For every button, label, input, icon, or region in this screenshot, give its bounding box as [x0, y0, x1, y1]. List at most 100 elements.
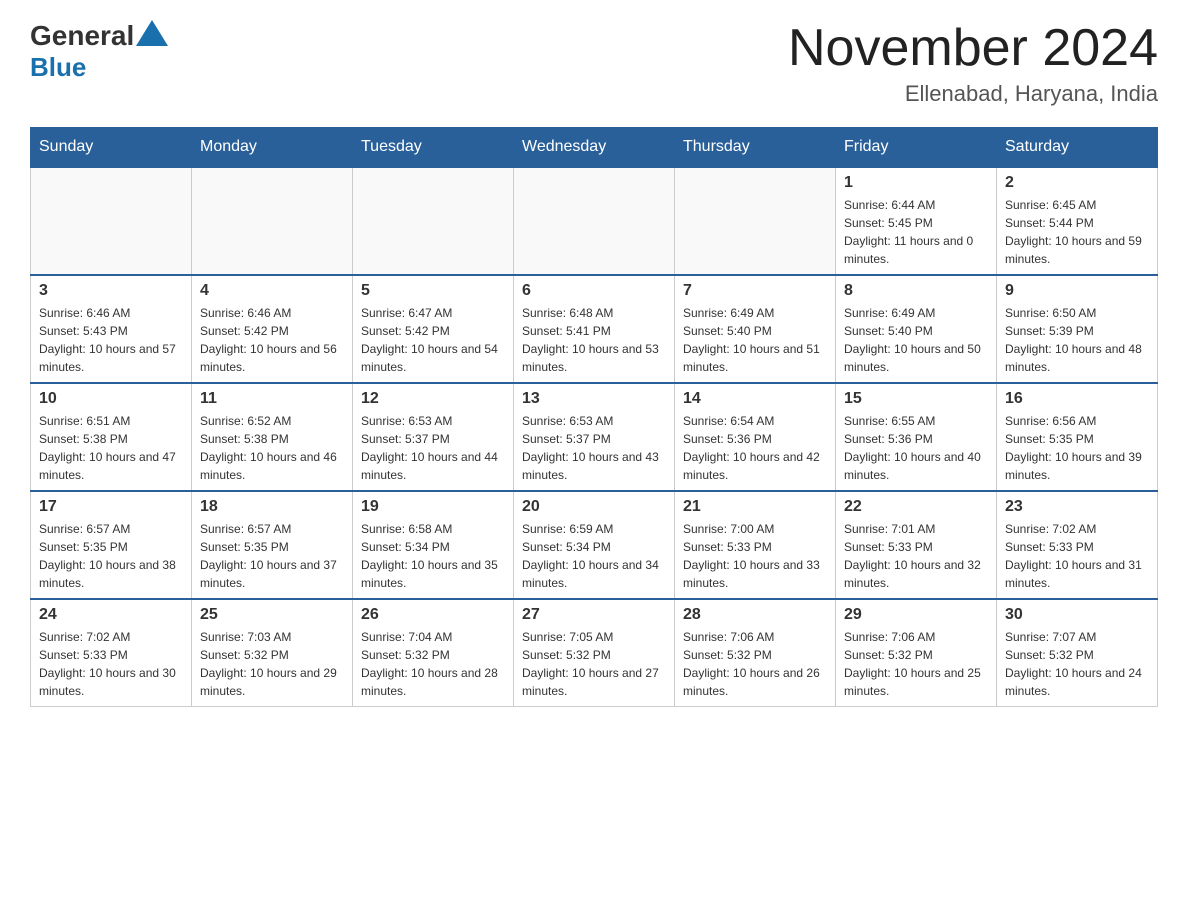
day-info: Sunrise: 6:48 AMSunset: 5:41 PMDaylight:… [522, 304, 666, 376]
weekday-header-row: SundayMondayTuesdayWednesdayThursdayFrid… [31, 128, 1158, 168]
calendar-cell: 12 Sunrise: 6:53 AMSunset: 5:37 PMDayligh… [353, 383, 514, 491]
calendar-cell: 18 Sunrise: 6:57 AMSunset: 5:35 PMDayligh… [192, 491, 353, 599]
day-info: Sunrise: 6:45 AMSunset: 5:44 PMDaylight:… [1005, 196, 1149, 268]
calendar-cell: 17Sunrise: 6:57 AMSunset: 5:35 PMDayligh… [31, 491, 192, 599]
day-info: Sunrise: 6:44 AMSunset: 5:45 PMDaylight:… [844, 196, 988, 268]
day-info: Sunrise: 6:49 AMSunset: 5:40 PMDaylight:… [844, 304, 988, 376]
day-number: 3 [39, 282, 183, 300]
day-info: Sunrise: 7:02 AMSunset: 5:33 PMDaylight:… [1005, 520, 1149, 592]
day-info: Sunrise: 7:06 AMSunset: 5:32 PMDaylight:… [844, 628, 988, 700]
calendar-cell: 23 Sunrise: 7:02 AMSunset: 5:33 PMDayligh… [997, 491, 1158, 599]
day-number: 30 [1005, 606, 1149, 624]
day-info: Sunrise: 6:46 AMSunset: 5:43 PMDaylight:… [39, 304, 183, 376]
calendar-cell: 20 Sunrise: 6:59 AMSunset: 5:34 PMDayligh… [514, 491, 675, 599]
day-info: Sunrise: 6:53 AMSunset: 5:37 PMDaylight:… [522, 412, 666, 484]
calendar-cell: 15 Sunrise: 6:55 AMSunset: 5:36 PMDayligh… [836, 383, 997, 491]
calendar-cell: 13 Sunrise: 6:53 AMSunset: 5:37 PMDayligh… [514, 383, 675, 491]
day-number: 26 [361, 606, 505, 624]
calendar-cell: 22 Sunrise: 7:01 AMSunset: 5:33 PMDayligh… [836, 491, 997, 599]
logo: General Blue [30, 20, 170, 83]
calendar-week-row: 24 Sunrise: 7:02 AMSunset: 5:33 PMDayligh… [31, 599, 1158, 707]
calendar-cell: 10 Sunrise: 6:51 AMSunset: 5:38 PMDayligh… [31, 383, 192, 491]
day-info: Sunrise: 7:03 AMSunset: 5:32 PMDaylight:… [200, 628, 344, 700]
calendar-cell: 9Sunrise: 6:50 AMSunset: 5:39 PMDaylight… [997, 275, 1158, 383]
day-info: Sunrise: 7:04 AMSunset: 5:32 PMDaylight:… [361, 628, 505, 700]
calendar-cell: 19Sunrise: 6:58 AMSunset: 5:34 PMDayligh… [353, 491, 514, 599]
day-number: 12 [361, 390, 505, 408]
logo-blue-text: Blue [30, 52, 86, 83]
calendar-cell: 29Sunrise: 7:06 AMSunset: 5:32 PMDayligh… [836, 599, 997, 707]
day-number: 21 [683, 498, 827, 516]
calendar-cell: 5 Sunrise: 6:47 AMSunset: 5:42 PMDaylight… [353, 275, 514, 383]
day-number: 4 [200, 282, 344, 300]
day-number: 6 [522, 282, 666, 300]
day-info: Sunrise: 6:55 AMSunset: 5:36 PMDaylight:… [844, 412, 988, 484]
calendar-week-row: 10 Sunrise: 6:51 AMSunset: 5:38 PMDayligh… [31, 383, 1158, 491]
day-number: 18 [200, 498, 344, 516]
day-info: Sunrise: 7:01 AMSunset: 5:33 PMDaylight:… [844, 520, 988, 592]
calendar-cell: 8 Sunrise: 6:49 AMSunset: 5:40 PMDaylight… [836, 275, 997, 383]
month-title: November 2024 [788, 20, 1158, 77]
day-number: 19 [361, 498, 505, 516]
calendar-cell: 27 Sunrise: 7:05 AMSunset: 5:32 PMDayligh… [514, 599, 675, 707]
day-number: 5 [361, 282, 505, 300]
calendar-cell: 1 Sunrise: 6:44 AMSunset: 5:45 PMDaylight… [836, 167, 997, 275]
day-info: Sunrise: 6:46 AMSunset: 5:42 PMDaylight:… [200, 304, 344, 376]
calendar-cell: 28 Sunrise: 7:06 AMSunset: 5:32 PMDayligh… [675, 599, 836, 707]
calendar-cell [192, 167, 353, 275]
day-number: 24 [39, 606, 183, 624]
day-number: 22 [844, 498, 988, 516]
day-info: Sunrise: 6:57 AMSunset: 5:35 PMDaylight:… [39, 520, 183, 592]
day-number: 8 [844, 282, 988, 300]
calendar-cell: 25Sunrise: 7:03 AMSunset: 5:32 PMDayligh… [192, 599, 353, 707]
day-number: 28 [683, 606, 827, 624]
calendar-week-row: 1 Sunrise: 6:44 AMSunset: 5:45 PMDaylight… [31, 167, 1158, 275]
day-info: Sunrise: 6:56 AMSunset: 5:35 PMDaylight:… [1005, 412, 1149, 484]
day-info: Sunrise: 6:51 AMSunset: 5:38 PMDaylight:… [39, 412, 183, 484]
calendar-cell: 14Sunrise: 6:54 AMSunset: 5:36 PMDayligh… [675, 383, 836, 491]
weekday-header-tuesday: Tuesday [353, 128, 514, 168]
day-number: 1 [844, 174, 988, 192]
day-info: Sunrise: 6:47 AMSunset: 5:42 PMDaylight:… [361, 304, 505, 376]
day-info: Sunrise: 6:53 AMSunset: 5:37 PMDaylight:… [361, 412, 505, 484]
day-info: Sunrise: 6:52 AMSunset: 5:38 PMDaylight:… [200, 412, 344, 484]
calendar-cell: 7Sunrise: 6:49 AMSunset: 5:40 PMDaylight… [675, 275, 836, 383]
title-section: November 2024 Ellenabad, Haryana, India [788, 20, 1158, 107]
day-number: 11 [200, 390, 344, 408]
day-info: Sunrise: 6:59 AMSunset: 5:34 PMDaylight:… [522, 520, 666, 592]
calendar-week-row: 3 Sunrise: 6:46 AMSunset: 5:43 PMDaylight… [31, 275, 1158, 383]
location-text: Ellenabad, Haryana, India [788, 81, 1158, 107]
calendar-week-row: 17Sunrise: 6:57 AMSunset: 5:35 PMDayligh… [31, 491, 1158, 599]
day-number: 2 [1005, 174, 1149, 192]
calendar-cell: 26 Sunrise: 7:04 AMSunset: 5:32 PMDayligh… [353, 599, 514, 707]
calendar-cell: 24 Sunrise: 7:02 AMSunset: 5:33 PMDayligh… [31, 599, 192, 707]
weekday-header-thursday: Thursday [675, 128, 836, 168]
day-number: 27 [522, 606, 666, 624]
calendar-cell: 21Sunrise: 7:00 AMSunset: 5:33 PMDayligh… [675, 491, 836, 599]
day-info: Sunrise: 6:54 AMSunset: 5:36 PMDaylight:… [683, 412, 827, 484]
day-info: Sunrise: 6:57 AMSunset: 5:35 PMDaylight:… [200, 520, 344, 592]
day-number: 10 [39, 390, 183, 408]
day-number: 15 [844, 390, 988, 408]
day-number: 16 [1005, 390, 1149, 408]
day-info: Sunrise: 7:02 AMSunset: 5:33 PMDaylight:… [39, 628, 183, 700]
day-number: 13 [522, 390, 666, 408]
day-number: 20 [522, 498, 666, 516]
calendar-cell [675, 167, 836, 275]
day-info: Sunrise: 7:06 AMSunset: 5:32 PMDaylight:… [683, 628, 827, 700]
calendar-table: SundayMondayTuesdayWednesdayThursdayFrid… [30, 127, 1158, 707]
calendar-cell: 4 Sunrise: 6:46 AMSunset: 5:42 PMDaylight… [192, 275, 353, 383]
day-info: Sunrise: 7:07 AMSunset: 5:32 PMDaylight:… [1005, 628, 1149, 700]
calendar-cell [31, 167, 192, 275]
page-header: General Blue November 2024 Ellenabad, Ha… [30, 20, 1158, 107]
day-info: Sunrise: 7:05 AMSunset: 5:32 PMDaylight:… [522, 628, 666, 700]
weekday-header-monday: Monday [192, 128, 353, 168]
day-number: 23 [1005, 498, 1149, 516]
calendar-cell [514, 167, 675, 275]
weekday-header-saturday: Saturday [997, 128, 1158, 168]
day-info: Sunrise: 6:50 AMSunset: 5:39 PMDaylight:… [1005, 304, 1149, 376]
day-number: 7 [683, 282, 827, 300]
weekday-header-sunday: Sunday [31, 128, 192, 168]
logo-general-text: General [30, 20, 134, 52]
calendar-cell: 2 Sunrise: 6:45 AMSunset: 5:44 PMDaylight… [997, 167, 1158, 275]
